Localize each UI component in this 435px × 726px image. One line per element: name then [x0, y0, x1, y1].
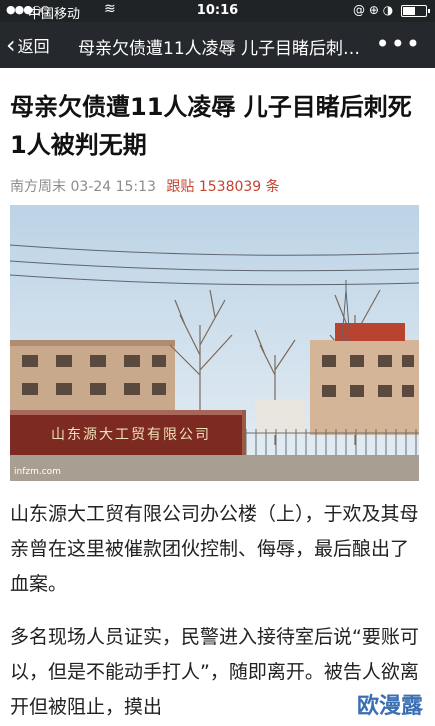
repost-link[interactable]: 跟贴 1538039 条 [166, 179, 279, 195]
chevron-left-icon: ‹ [6, 31, 16, 59]
article-paragraph: 山东源大工贸有限公司办公楼（上），于欢及其母亲曾在这里被催款团伙控制、侮辱，最后… [10, 503, 419, 595]
nav-title: 母亲欠债遭11人凌辱 儿子目睹后刺死1人被判无期 [78, 39, 376, 59]
photo-sign-text: 山东源大工贸有限公司 [51, 427, 211, 443]
repost-count: 1538039 [198, 179, 262, 195]
more-options-icon[interactable]: ••• [376, 30, 421, 58]
status-icons: @ ⊕ ◑ [353, 3, 430, 17]
article-photo: 山东源大工贸有限公司 infzm.com [10, 205, 419, 481]
repost-label: 跟贴 [166, 179, 195, 195]
article-meta: 南方周末 03-24 15:13 跟贴 1538039 条 [10, 176, 280, 196]
repost-unit: 条 [265, 179, 280, 195]
status-indicator-icons: @ ⊕ ◑ [353, 3, 394, 17]
battery-icon [401, 4, 430, 17]
photo-credit: infzm.com [14, 467, 61, 477]
watermark-logo: 欧漫露 [348, 686, 431, 722]
article-title: 母亲欠债遭11人凌辱 儿子目睹后刺死1人被判无期 [10, 93, 412, 159]
back-label: 返回 [17, 37, 50, 56]
nav-bar: ‹ 返回 母亲欠债遭11人凌辱 儿子目睹后刺死1人被判无期 ••• [0, 22, 435, 68]
back-button[interactable]: ‹ 返回 [6, 32, 50, 58]
article-date: 03-24 15:13 [70, 179, 156, 195]
article-source: 南方周末 [10, 179, 66, 195]
status-bar: ●●●○○ 中国移动 ≋ 10:16 @ ⊕ ◑ [0, 0, 435, 22]
